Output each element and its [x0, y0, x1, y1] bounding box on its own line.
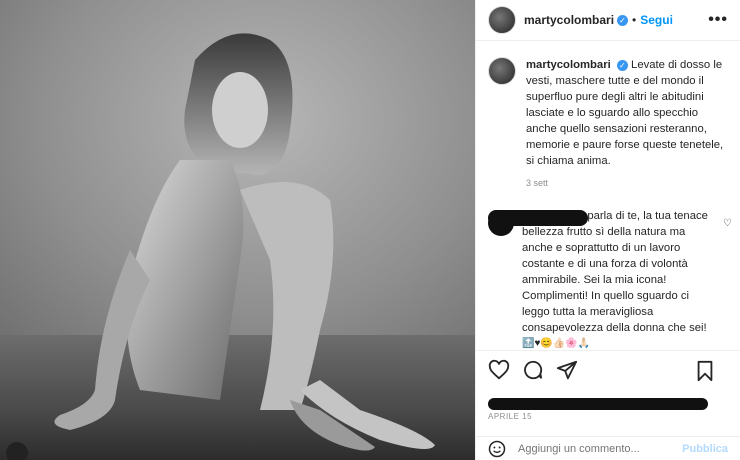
author-username[interactable]: martycolombari	[524, 13, 614, 27]
publish-button[interactable]: Pubblica	[682, 443, 728, 455]
verified-icon: ✓	[616, 59, 628, 71]
share-icon[interactable]	[556, 359, 578, 381]
redacted-likes	[488, 396, 708, 410]
heart-icon[interactable]	[488, 359, 510, 381]
caption-avatar[interactable]	[488, 57, 516, 85]
avatar-small-corner[interactable]	[6, 442, 28, 460]
action-bar	[476, 350, 740, 388]
caption-username[interactable]: martycolombari	[526, 59, 611, 71]
photo-figure	[54, 33, 435, 451]
bookmark-icon[interactable]	[694, 360, 716, 382]
separator-dot: •	[632, 13, 637, 27]
post-side-panel: martycolombari ✓ • Segui ••• martycolomb…	[475, 0, 740, 460]
add-comment-input[interactable]	[516, 441, 680, 456]
add-comment-bar: Pubblica	[476, 436, 740, 460]
comment-icon[interactable]	[522, 359, 544, 381]
comment-emojis: 🔝♥😊👍🏻🌸🙏🏻	[522, 338, 591, 349]
post-photo[interactable]	[0, 0, 475, 460]
caption-body: martycolombari ✓ Levate di dosso le vest…	[526, 57, 728, 191]
emoji-icon[interactable]	[488, 440, 506, 458]
comment-like-icon[interactable]: ♡	[723, 218, 732, 229]
comment-text: una foto che parla di te, la tua tenace …	[522, 210, 708, 334]
caption-time[interactable]: 3 sett	[526, 175, 728, 191]
post-header: martycolombari ✓ • Segui •••	[476, 0, 740, 41]
author-avatar[interactable]	[488, 6, 516, 34]
comment-item: una foto che parla di te, la tua tenace …	[476, 208, 740, 349]
verified-icon: ✓	[617, 14, 629, 26]
caption-text: Levate di dosso le vesti, maschere tutte…	[526, 59, 724, 167]
commenter-avatar[interactable]	[488, 210, 514, 236]
follow-button[interactable]: Segui	[640, 13, 673, 27]
caption: martycolombari ✓ Levate di dosso le vest…	[476, 41, 740, 191]
more-icon[interactable]: •••	[708, 11, 728, 29]
post-date: APRILE 15	[488, 412, 533, 421]
